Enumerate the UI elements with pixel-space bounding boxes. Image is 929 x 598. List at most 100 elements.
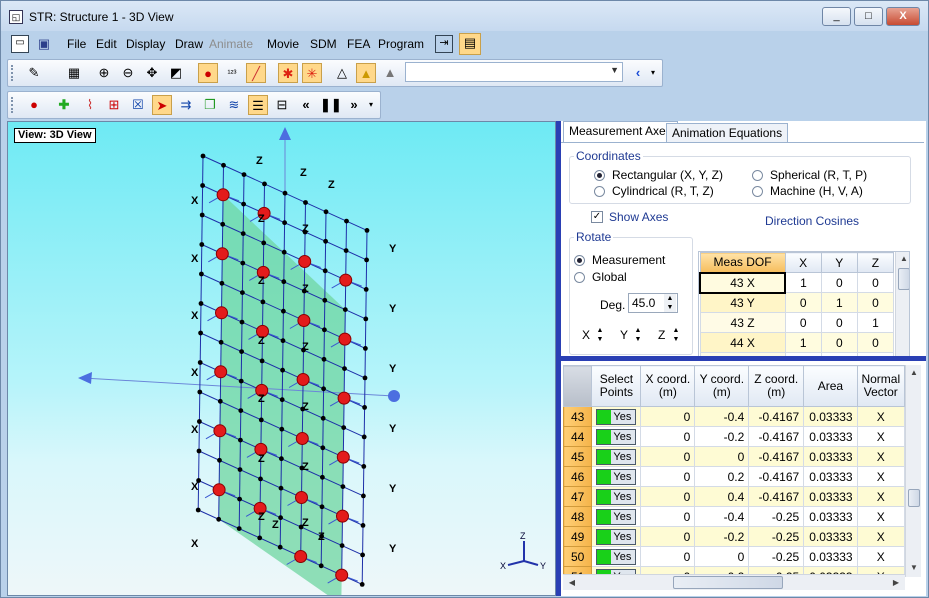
coord-cell[interactable]: 0 <box>694 446 750 467</box>
points-header-cell[interactable]: Z coord. (m) <box>748 365 805 407</box>
coord-cell[interactable]: 0.4 <box>694 486 750 507</box>
numbers-icon[interactable]: ¹²³ <box>222 63 242 83</box>
structure-model[interactable]: XXXXXXXYYYYYYZZZZZZZZ ZZZZZZ ZZZ <box>8 122 555 595</box>
triangle-shade-icon[interactable]: ▲ <box>380 63 400 83</box>
menu-animate[interactable]: Animate <box>209 37 253 51</box>
dc-value-cell[interactable]: 1 <box>784 332 822 353</box>
coord-cell[interactable]: -0.4167 <box>748 486 805 507</box>
select-points-cell[interactable]: Yes <box>591 466 642 487</box>
select-icon[interactable]: ➤ <box>152 95 172 115</box>
close-button[interactable]: X <box>886 7 920 26</box>
rewind-icon[interactable]: « <box>296 95 316 115</box>
dc-value-cell[interactable]: 0 <box>820 332 858 353</box>
menu-edit[interactable]: Edit <box>96 37 117 51</box>
coord-cell[interactable]: 0.03333 <box>803 546 858 567</box>
row-number-cell[interactable]: 44 <box>562 426 593 447</box>
select-points-button[interactable]: Yes <box>596 408 637 425</box>
coord-cell[interactable]: 0 <box>640 526 696 547</box>
copy-icon[interactable]: ❐ <box>200 95 220 115</box>
table-row[interactable]: 43 Yes 0 -0.4 -0.4167 0.03333 X <box>562 406 906 427</box>
coord-cell[interactable]: 0 <box>640 426 696 447</box>
dc-header-cell[interactable]: Z <box>856 252 895 273</box>
rotate-z-spinner[interactable]: ▲ ▼ <box>670 326 682 344</box>
row-number-cell[interactable]: 45 <box>562 446 593 467</box>
direction-cosines-scrollbar[interactable]: ▲ ▼ <box>895 252 909 372</box>
chart-icon[interactable]: ⊟ <box>272 95 292 115</box>
dc-value-cell[interactable]: 0 <box>784 312 822 333</box>
row-number-cell[interactable]: 47 <box>562 486 593 507</box>
menu-draw[interactable]: Draw <box>175 37 203 51</box>
select-points-cell[interactable]: Yes <box>591 486 642 507</box>
coord-cell[interactable]: -0.4167 <box>748 466 805 487</box>
spring-icon[interactable]: ⌇ <box>80 95 100 115</box>
add-icon[interactable]: ✚ <box>54 95 74 115</box>
normal-vector-cell[interactable]: X <box>856 466 906 487</box>
chevron-down-icon[interactable]: ▼ <box>610 65 619 75</box>
select-points-button[interactable]: Yes <box>596 428 637 445</box>
app-icon[interactable]: ◱ <box>9 10 23 24</box>
panel-toggle-icon[interactable]: ▤ <box>459 33 481 55</box>
coord-cell[interactable]: -0.2 <box>694 526 750 547</box>
tab-measurement-axes[interactable]: Measurement Axes <box>563 121 678 143</box>
coord-cell[interactable]: 0.03333 <box>803 526 858 547</box>
scroll-thumb[interactable] <box>898 268 909 290</box>
forward-icon[interactable]: » <box>344 95 364 115</box>
structure-3d-view[interactable]: View: 3D View XXXXXXXYYYYYYZZZZZZZZZZZZZ… <box>7 121 556 596</box>
scroll-up-icon[interactable]: ▲ <box>897 252 909 266</box>
coord-cell[interactable]: 0 <box>694 546 750 567</box>
dc-value-cell[interactable]: 1 <box>820 292 858 313</box>
exit-view-icon[interactable]: ⇥ <box>435 35 453 53</box>
radio-machine[interactable] <box>752 186 763 197</box>
arrows-icon[interactable]: ⇉ <box>176 95 196 115</box>
dc-value-cell[interactable]: 1 <box>856 312 895 333</box>
row-number-cell[interactable]: 46 <box>562 466 593 487</box>
toolbar-overflow-icon[interactable]: ▾ <box>366 95 376 115</box>
select-points-cell[interactable]: Yes <box>591 406 642 427</box>
triangle-fill-icon[interactable]: ▲ <box>356 63 376 83</box>
coord-cell[interactable]: 0 <box>640 466 696 487</box>
coord-cell[interactable]: 0.2 <box>694 466 750 487</box>
coord-cell[interactable]: -0.4167 <box>748 446 805 467</box>
save-icon[interactable]: ▣ <box>35 35 53 53</box>
title-bar[interactable]: ◱ STR: Structure 1 - 3D View _ □ X <box>1 1 928 31</box>
points-header-cell[interactable]: Normal Vector <box>856 365 906 407</box>
normal-vector-cell[interactable]: X <box>856 506 906 527</box>
coord-cell[interactable]: -0.2 <box>694 426 750 447</box>
points-header-cell[interactable]: X coord. (m) <box>640 365 696 407</box>
coord-cell[interactable]: -0.4 <box>694 506 750 527</box>
table-row[interactable]: 50 Yes 0 0 -0.25 0.03333 X <box>562 546 906 567</box>
move-icon[interactable]: ✥ <box>142 63 162 83</box>
dc-row[interactable]: 43 Z001 <box>699 312 895 333</box>
toolbar-grip[interactable] <box>11 97 14 113</box>
normal-vector-cell[interactable]: X <box>856 486 906 507</box>
dot-icon[interactable]: ● <box>24 95 44 115</box>
toolbar-grip[interactable] <box>11 65 14 81</box>
normal-vector-cell[interactable]: X <box>856 526 906 547</box>
scroll-thumb[interactable] <box>908 489 920 507</box>
window-icon[interactable]: ▭ <box>11 35 29 53</box>
coord-cell[interactable]: -0.4167 <box>748 406 805 427</box>
dc-value-cell[interactable]: 0 <box>856 272 895 293</box>
coord-cell[interactable]: -0.25 <box>748 546 805 567</box>
normal-vector-cell[interactable]: X <box>856 546 906 567</box>
dc-value-cell[interactable]: 1 <box>784 272 822 293</box>
tab-animation-equations[interactable]: Animation Equations <box>666 123 789 143</box>
select-points-button[interactable]: Yes <box>596 508 637 525</box>
coord-cell[interactable]: -0.25 <box>748 506 805 527</box>
select-points-cell[interactable]: Yes <box>591 526 642 547</box>
points-header-cell[interactable]: Area <box>803 365 858 407</box>
dc-dof-cell[interactable]: 43 Z <box>699 312 786 333</box>
toolbar-overflow-icon[interactable]: ▾ <box>648 63 658 83</box>
scroll-up-icon[interactable]: ▲ <box>907 366 921 380</box>
points-table-hscrollbar[interactable]: ◀ ▶ <box>563 574 905 590</box>
select-points-cell[interactable]: Yes <box>591 506 642 527</box>
dc-row[interactable]: 43 X100 <box>699 271 895 294</box>
coord-cell[interactable]: 0 <box>640 446 696 467</box>
line-icon[interactable]: ╱ <box>246 63 266 83</box>
close-box-icon[interactable]: ☒ <box>128 95 148 115</box>
menu-fea[interactable]: FEA <box>347 37 370 51</box>
deg-spinner[interactable]: ▲ ▼ <box>664 294 676 312</box>
points-header-cell[interactable]: Y coord. (m) <box>694 365 750 407</box>
points-table-vscrollbar[interactable]: ▲ ▼ <box>905 365 921 577</box>
normal-vector-cell[interactable]: X <box>856 446 906 467</box>
